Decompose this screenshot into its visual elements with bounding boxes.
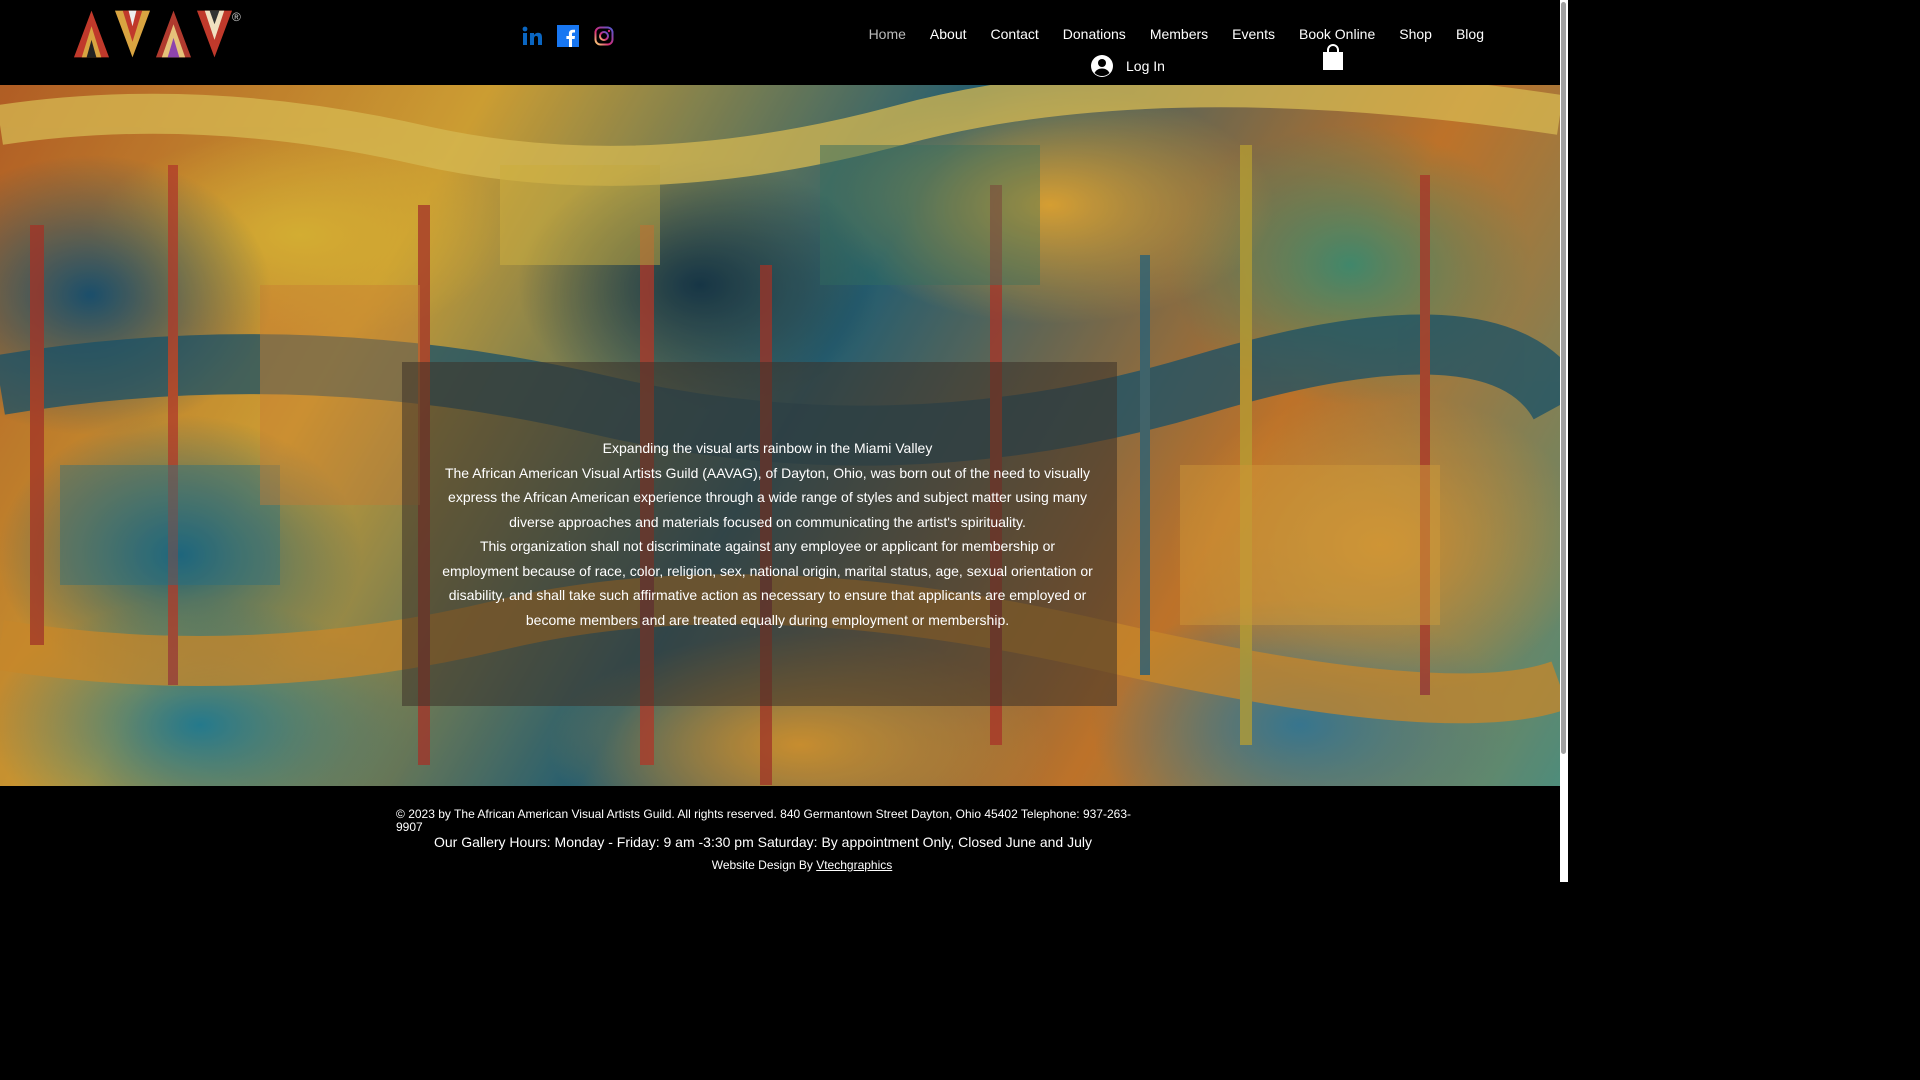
linkedin-icon[interactable] <box>520 24 544 48</box>
hero-banner: Expanding the visual arts rainbow in the… <box>0 85 1560 786</box>
site-footer: © 2023 by The African American Visual Ar… <box>0 786 1560 882</box>
logo-triangle <box>113 8 152 60</box>
user-avatar-icon <box>1091 55 1113 77</box>
logo-triangle <box>154 8 193 60</box>
shopping-bag-icon[interactable] <box>1320 44 1346 72</box>
nav-about[interactable]: About <box>918 24 979 44</box>
logo-triangle <box>72 8 111 60</box>
mission-panel: Expanding the visual arts rainbow in the… <box>402 362 1117 706</box>
mission-text: Expanding the visual arts rainbow in the… <box>442 436 1093 632</box>
nav-members[interactable]: Members <box>1138 24 1220 44</box>
nav-shop[interactable]: Shop <box>1387 24 1444 44</box>
nav-home[interactable]: Home <box>857 24 918 44</box>
design-credit: Website Design By Vtechgraphics <box>0 858 1604 872</box>
aavag-logo[interactable] <box>72 8 234 60</box>
nav-contact[interactable]: Contact <box>979 24 1051 44</box>
login-button[interactable]: Log In <box>1090 54 1165 78</box>
instagram-icon[interactable] <box>592 24 616 48</box>
page-scrollbar[interactable] <box>1560 0 1568 882</box>
copyright-text: © 2023 by The African American Visual Ar… <box>396 807 1131 834</box>
social-links <box>520 24 616 48</box>
scrollbar-thumb[interactable] <box>1561 2 1566 754</box>
registered-mark: ® <box>232 10 241 24</box>
nav-events[interactable]: Events <box>1220 24 1287 44</box>
logo-triangle <box>195 8 234 60</box>
non-discrimination-paragraph: This organization shall not discriminate… <box>442 538 1093 628</box>
mission-paragraph: The African American Visual Artists Guil… <box>444 464 1091 530</box>
site-header: ® Home About Contact Donations Members E… <box>0 0 1560 85</box>
nav-book-online[interactable]: Book Online <box>1287 24 1387 44</box>
facebook-icon[interactable] <box>556 24 580 48</box>
nav-blog[interactable]: Blog <box>1444 24 1496 44</box>
gallery-hours: Our Gallery Hours: Monday - Friday: 9 am… <box>433 834 1093 850</box>
main-nav: Home About Contact Donations Members Eve… <box>857 24 1496 44</box>
vtechgraphics-link[interactable]: Vtechgraphics <box>816 858 892 872</box>
nav-donations[interactable]: Donations <box>1051 24 1138 44</box>
tagline: Expanding the visual arts rainbow in the… <box>602 440 933 456</box>
login-label: Log In <box>1126 58 1165 74</box>
design-credit-prefix: Website Design By <box>711 858 817 872</box>
